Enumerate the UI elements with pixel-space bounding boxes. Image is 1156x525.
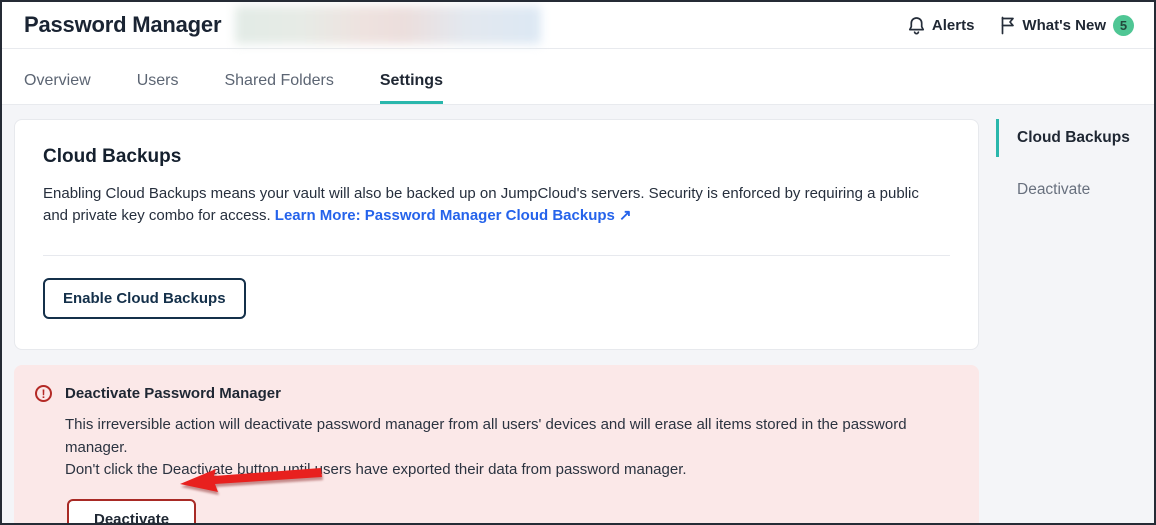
side-nav-cloud-backups[interactable]: Cloud Backups xyxy=(996,119,1146,157)
card-divider xyxy=(43,255,950,257)
main-column: Cloud Backups Enabling Cloud Backups mea… xyxy=(14,119,979,523)
deactivate-button[interactable]: Deactivate xyxy=(67,498,197,523)
learn-more-link[interactable]: Learn More: Password Manager Cloud Backu… xyxy=(275,207,632,224)
app-header: Password Manager Alerts What's New 5 xyxy=(2,2,1154,49)
tab-users[interactable]: Users xyxy=(137,49,179,104)
cloud-backups-description: Enabling Cloud Backups means your vault … xyxy=(43,183,938,227)
deactivate-warning-header: ! Deactivate Password Manager xyxy=(35,385,951,403)
cloud-backups-card: Cloud Backups Enabling Cloud Backups mea… xyxy=(14,119,979,351)
tab-settings[interactable]: Settings xyxy=(379,49,443,104)
deactivate-warning-title: Deactivate Password Manager xyxy=(65,385,281,403)
page-title: Password Manager xyxy=(24,12,222,37)
annotation-arrow-icon xyxy=(180,468,322,493)
tab-bar: Overview Users Shared Folders Settings xyxy=(2,49,1154,105)
whats-new-label: What's New xyxy=(1022,16,1106,34)
side-nav-deactivate[interactable]: Deactivate xyxy=(996,171,1146,209)
enable-cloud-backups-button[interactable]: Enable Cloud Backups xyxy=(43,278,246,320)
bell-icon xyxy=(908,16,925,35)
settings-side-nav: Cloud Backups Deactivate xyxy=(996,119,1146,209)
learn-more-link-label: Learn More: Password Manager Cloud Backu… xyxy=(274,207,615,225)
tab-overview[interactable]: Overview xyxy=(24,49,91,104)
whats-new-count-badge: 5 xyxy=(1113,14,1134,36)
external-link-icon: ↗ xyxy=(619,207,632,225)
flag-icon xyxy=(1000,16,1015,35)
cloud-backups-title: Cloud Backups xyxy=(43,146,182,167)
warning-exclamation-icon: ! xyxy=(35,385,52,403)
header-actions: Alerts What's New 5 xyxy=(908,14,1134,36)
redacted-content xyxy=(235,6,542,44)
settings-content: Cloud Backups Enabling Cloud Backups mea… xyxy=(2,105,1154,523)
deactivate-warning-card: ! Deactivate Password Manager This irrev… xyxy=(14,365,979,523)
alerts-button[interactable]: Alerts xyxy=(908,16,975,35)
deactivate-warning-line1: This irreversible action will deactivate… xyxy=(65,416,907,456)
tab-shared-folders[interactable]: Shared Folders xyxy=(224,49,333,104)
whats-new-button[interactable]: What's New 5 xyxy=(1000,14,1134,36)
alerts-label: Alerts xyxy=(931,16,975,34)
password-manager-page: Password Manager Alerts What's New 5 Ove… xyxy=(0,0,1156,525)
